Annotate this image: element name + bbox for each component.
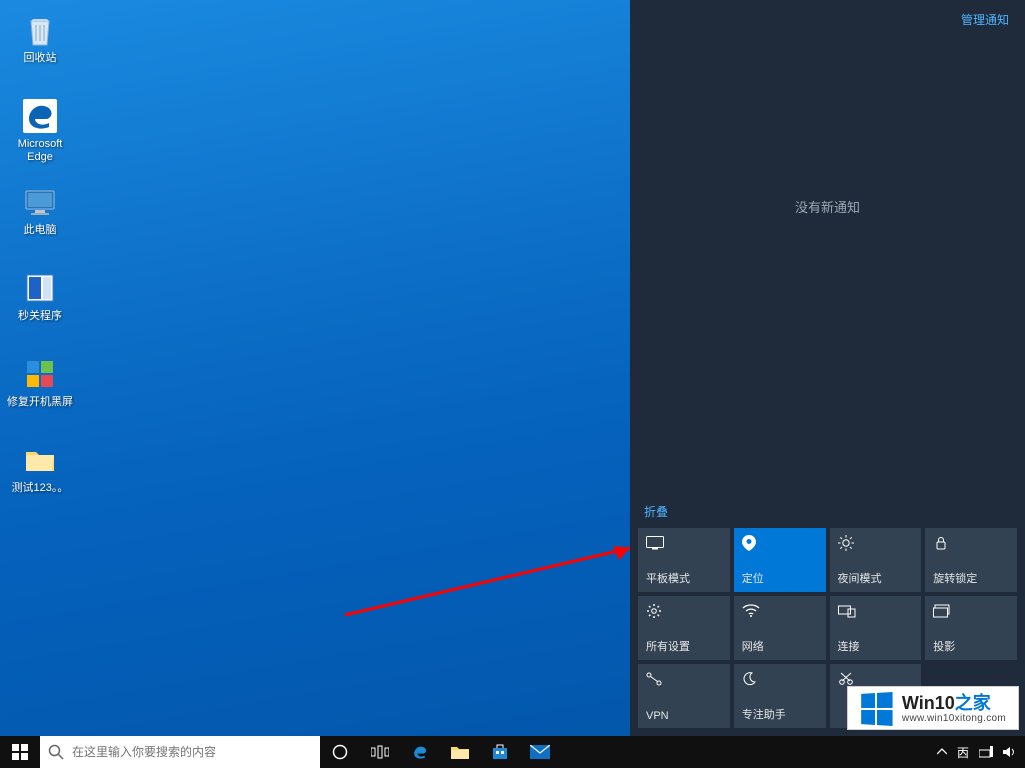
cortana-button[interactable] xyxy=(320,736,360,768)
manage-notifications-link[interactable]: 管理通知 xyxy=(961,11,1009,28)
desktop-icon-recycle-bin[interactable]: 回收站 xyxy=(2,4,78,90)
system-tray: 㐁 xyxy=(929,736,1025,768)
tablet-icon xyxy=(646,534,722,552)
rotation-lock-icon xyxy=(933,534,1009,552)
tile-label: 平板模式 xyxy=(646,570,722,586)
tile-network[interactable]: 网络 xyxy=(734,596,826,660)
sun-icon xyxy=(838,534,914,552)
tray-network-icon[interactable] xyxy=(979,746,993,758)
recycle-bin-icon xyxy=(20,10,60,50)
taskbar-edge[interactable] xyxy=(400,736,440,768)
tile-tablet-mode[interactable]: 平板模式 xyxy=(638,528,730,592)
taskbar-mail[interactable] xyxy=(520,736,560,768)
no-notifications-text: 没有新通知 xyxy=(795,197,860,216)
tile-location[interactable]: 定位 xyxy=(734,528,826,592)
tile-connect[interactable]: 连接 xyxy=(830,596,922,660)
tile-label: 连接 xyxy=(838,638,914,654)
desktop-icon-label: 此电脑 xyxy=(22,222,59,237)
tile-rotation-lock[interactable]: 旋转锁定 xyxy=(925,528,1017,592)
desktop-icon-label: 回收站 xyxy=(22,50,59,65)
desktop-icon-this-pc[interactable]: 此电脑 xyxy=(2,176,78,262)
tray-ime-icon[interactable]: 㐁 xyxy=(957,744,969,761)
wifi-icon xyxy=(742,602,818,620)
tile-label: 夜间模式 xyxy=(838,570,914,586)
tile-night-light[interactable]: 夜间模式 xyxy=(830,528,922,592)
taskbar-store[interactable] xyxy=(480,736,520,768)
vpn-icon xyxy=(646,670,722,688)
tile-all-settings[interactable]: 所有设置 xyxy=(638,596,730,660)
desktop-icon-label: 秒关程序 xyxy=(16,308,64,323)
tray-chevron-up-icon[interactable] xyxy=(937,748,947,756)
tile-project[interactable]: 投影 xyxy=(925,596,1017,660)
watermark-badge: Win10之家 www.win10xitong.com xyxy=(847,686,1019,730)
moon-icon xyxy=(742,670,818,688)
tile-label: 旋转锁定 xyxy=(933,570,1009,586)
annotation-arrow xyxy=(335,530,655,630)
tile-label: 所有设置 xyxy=(646,638,722,654)
tile-vpn[interactable]: VPN xyxy=(638,664,730,728)
desktop-icon-edge[interactable]: Microsoft Edge xyxy=(2,90,78,176)
tile-label: VPN xyxy=(646,710,722,722)
start-button[interactable] xyxy=(0,736,40,768)
project-icon xyxy=(933,602,1009,620)
task-view-button[interactable] xyxy=(360,736,400,768)
action-center-header: 管理通知 xyxy=(630,0,1025,38)
desktop-icon-label: 修复开机黑屏 xyxy=(5,394,75,409)
connect-icon xyxy=(838,602,914,620)
desktop-icons-column: 回收站 Microsoft Edge 此电脑 xyxy=(0,0,80,520)
folder-icon xyxy=(20,440,60,480)
gear-icon xyxy=(646,602,722,620)
tile-focus-assist[interactable]: 专注助手 xyxy=(734,664,826,728)
monitor-icon xyxy=(20,182,60,222)
action-center-body: 没有新通知 xyxy=(630,38,1025,495)
desktop-wallpaper: 回收站 Microsoft Edge 此电脑 xyxy=(0,0,1025,768)
taskbar-search[interactable] xyxy=(40,736,320,768)
edge-icon xyxy=(20,96,60,136)
taskbar-file-explorer[interactable] xyxy=(440,736,480,768)
windows-logo-icon xyxy=(861,692,892,726)
tile-label: 投影 xyxy=(933,638,1009,654)
desktop-icon-label: Microsoft Edge xyxy=(2,136,78,164)
tray-volume-icon[interactable] xyxy=(1003,746,1017,758)
watermark-title: Win10之家 xyxy=(902,694,1006,714)
app-icon xyxy=(20,354,60,394)
desktop-icon-fix-boot[interactable]: 修复开机黑屏 xyxy=(2,348,78,434)
search-icon xyxy=(48,744,64,760)
watermark-url: www.win10xitong.com xyxy=(902,713,1006,724)
tile-label: 专注助手 xyxy=(742,706,818,722)
desktop-icon-sec-shutdown[interactable]: 秒关程序 xyxy=(2,262,78,348)
search-input[interactable] xyxy=(72,745,312,759)
tile-label: 网络 xyxy=(742,638,818,654)
tile-label: 定位 xyxy=(742,570,818,586)
action-center-panel: 管理通知 没有新通知 折叠 平板模式 定位 xyxy=(630,0,1025,736)
app-icon xyxy=(20,268,60,308)
location-icon xyxy=(742,534,818,552)
desktop-icon-label: 测试123。。 xyxy=(10,480,71,495)
desktop-icon-test-folder[interactable]: 测试123。。 xyxy=(2,434,78,520)
collapse-link[interactable]: 折叠 xyxy=(630,495,1025,528)
taskbar-spacer xyxy=(560,736,929,768)
taskbar: 㐁 xyxy=(0,736,1025,768)
